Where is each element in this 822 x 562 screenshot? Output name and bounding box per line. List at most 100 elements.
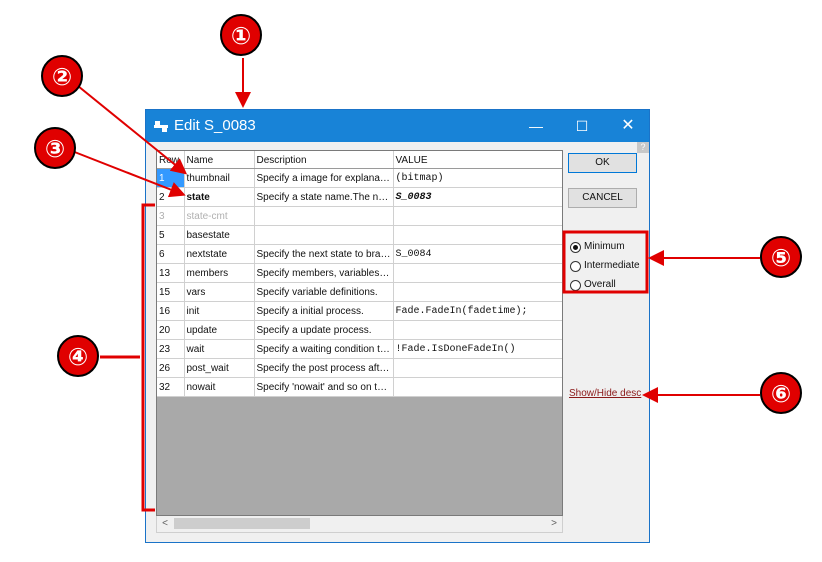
row-name[interactable]: update (184, 320, 255, 340)
table-row[interactable]: 15 vars Specify variable definitions. (157, 282, 562, 302)
row-value[interactable] (393, 377, 562, 397)
row-name[interactable]: nextstate (184, 244, 255, 264)
row-description[interactable]: Specify 'nowait' and so on to skip waiti… (254, 377, 394, 397)
row-description[interactable] (254, 206, 394, 226)
column-header-description[interactable]: Description (254, 151, 394, 169)
marker-2: ② (41, 55, 83, 97)
radio-overall[interactable]: Overall (569, 276, 653, 295)
marker-6-label: ⑥ (771, 380, 791, 408)
row-description[interactable]: Specify a state name.The name must be un… (254, 187, 394, 207)
row-value[interactable] (393, 320, 562, 340)
app-icon (154, 121, 168, 132)
marker-5: ⑤ (760, 236, 802, 278)
row-number[interactable]: 16 (157, 301, 185, 321)
row-name[interactable]: basestate (184, 225, 255, 245)
table-row[interactable]: 13 members Specify members, variables an… (157, 263, 562, 283)
table-row[interactable]: 23 wait Specify a waiting condition to g… (157, 339, 562, 359)
row-name[interactable]: vars (184, 282, 255, 302)
marker-1-label: ① (231, 22, 251, 50)
row-number[interactable]: 32 (157, 377, 185, 397)
row-description[interactable]: Specify a image for explanation. (254, 168, 394, 188)
radio-unselected-icon[interactable] (570, 280, 581, 291)
row-description[interactable]: Specify the post process after waiting. (254, 358, 394, 378)
table-row[interactable]: 5 basestate (157, 225, 562, 245)
row-value[interactable] (393, 206, 562, 226)
table-row[interactable]: 20 update Specify a update process. (157, 320, 562, 340)
row-name[interactable]: post_wait (184, 358, 255, 378)
row-number[interactable]: 23 (157, 339, 185, 359)
table-row[interactable]: 2 state Specify a state name.The name mu… (157, 187, 562, 207)
table-row[interactable]: 6 nextstate Specify the next state to br… (157, 244, 562, 264)
marker-4-label: ④ (68, 343, 88, 371)
horizontal-scrollbar[interactable]: < > (156, 516, 563, 533)
row-number[interactable]: 20 (157, 320, 185, 340)
table-row[interactable]: 1 thumbnail Specify a image for explanat… (157, 168, 562, 188)
scroll-right-arrow-icon[interactable]: > (546, 516, 562, 532)
table-row[interactable]: 26 post_wait Specify the post process af… (157, 358, 562, 378)
row-value[interactable] (393, 358, 562, 378)
radio-intermediate[interactable]: Intermediate (569, 257, 653, 276)
row-description[interactable]: Specify a update process. (254, 320, 394, 340)
row-description[interactable]: Specify a initial process. (254, 301, 394, 321)
row-value[interactable] (393, 263, 562, 283)
radio-minimum[interactable]: Minimum (569, 238, 653, 257)
row-number[interactable]: 1 (157, 168, 185, 188)
row-name[interactable]: init (184, 301, 255, 321)
row-name[interactable]: state-cmt (184, 206, 255, 226)
show-hide-description-link[interactable]: Show/Hide desc (569, 388, 641, 399)
marker-4: ④ (57, 335, 99, 377)
row-description[interactable]: Specify variable definitions. (254, 282, 394, 302)
title-bar[interactable]: Edit S_0083 — ☐ ✕ (146, 110, 649, 142)
scrollbar-thumb[interactable] (174, 518, 310, 529)
property-table: Row Name Description VALUE 1 thumbnail S… (157, 151, 562, 397)
edit-dialog-window: Edit S_0083 — ☐ ✕ ? Row Name Description… (145, 109, 650, 543)
row-number[interactable]: 26 (157, 358, 185, 378)
scroll-left-arrow-icon[interactable]: < (157, 516, 173, 532)
row-value[interactable]: !Fade.IsDoneFadeIn() (393, 339, 562, 359)
row-value[interactable]: S_0083 (393, 187, 562, 207)
row-number[interactable]: 13 (157, 263, 185, 283)
help-icon[interactable]: ? (637, 142, 649, 153)
radio-unselected-icon[interactable] (570, 261, 581, 272)
table-row[interactable]: 3 state-cmt (157, 206, 562, 226)
row-name[interactable]: nowait (184, 377, 255, 397)
column-header-value[interactable]: VALUE (393, 151, 562, 169)
radio-label: Overall (584, 279, 616, 290)
column-header-name[interactable]: Name (184, 151, 255, 169)
minimize-button[interactable]: — (513, 110, 559, 142)
row-description[interactable]: Specify a waiting condition to go next. (254, 339, 394, 359)
row-value[interactable]: S_0084 (393, 244, 562, 264)
close-button[interactable]: ✕ (605, 110, 651, 142)
row-value[interactable] (393, 282, 562, 302)
row-name[interactable]: state (184, 187, 255, 207)
row-value[interactable]: Fade.FadeIn(fadetime); (393, 301, 562, 321)
row-number[interactable]: 6 (157, 244, 185, 264)
row-name[interactable]: thumbnail (184, 168, 255, 188)
table-row[interactable]: 32 nowait Specify 'nowait' and so on to … (157, 377, 562, 397)
view-mode-radio-group: Minimum Intermediate Overall (569, 238, 653, 295)
marker-6: ⑥ (760, 372, 802, 414)
table-row[interactable]: 16 init Specify a initial process. Fade.… (157, 301, 562, 321)
column-header-row[interactable]: Row (157, 151, 185, 169)
row-description[interactable]: Specify members, variables and functions… (254, 263, 394, 283)
row-number[interactable]: 2 (157, 187, 185, 207)
property-grid[interactable]: Row Name Description VALUE 1 thumbnail S… (156, 150, 563, 516)
row-number[interactable]: 5 (157, 225, 185, 245)
marker-2-label: ② (52, 63, 72, 91)
row-description[interactable]: Specify the next state to branch. (254, 244, 394, 264)
row-value[interactable]: (bitmap) (393, 168, 562, 188)
row-value[interactable] (393, 225, 562, 245)
row-number[interactable]: 3 (157, 206, 185, 226)
row-name[interactable]: wait (184, 339, 255, 359)
row-description[interactable] (254, 225, 394, 245)
marker-5-label: ⑤ (771, 244, 791, 272)
marker-3-label: ③ (45, 135, 65, 163)
maximize-button[interactable]: ☐ (559, 110, 605, 142)
marker-3: ③ (34, 127, 76, 169)
row-number[interactable]: 15 (157, 282, 185, 302)
cancel-button[interactable]: CANCEL (568, 188, 637, 208)
ok-button[interactable]: OK (568, 153, 637, 173)
radio-selected-icon[interactable] (570, 242, 581, 253)
row-name[interactable]: members (184, 263, 255, 283)
radio-label: Intermediate (584, 260, 640, 271)
